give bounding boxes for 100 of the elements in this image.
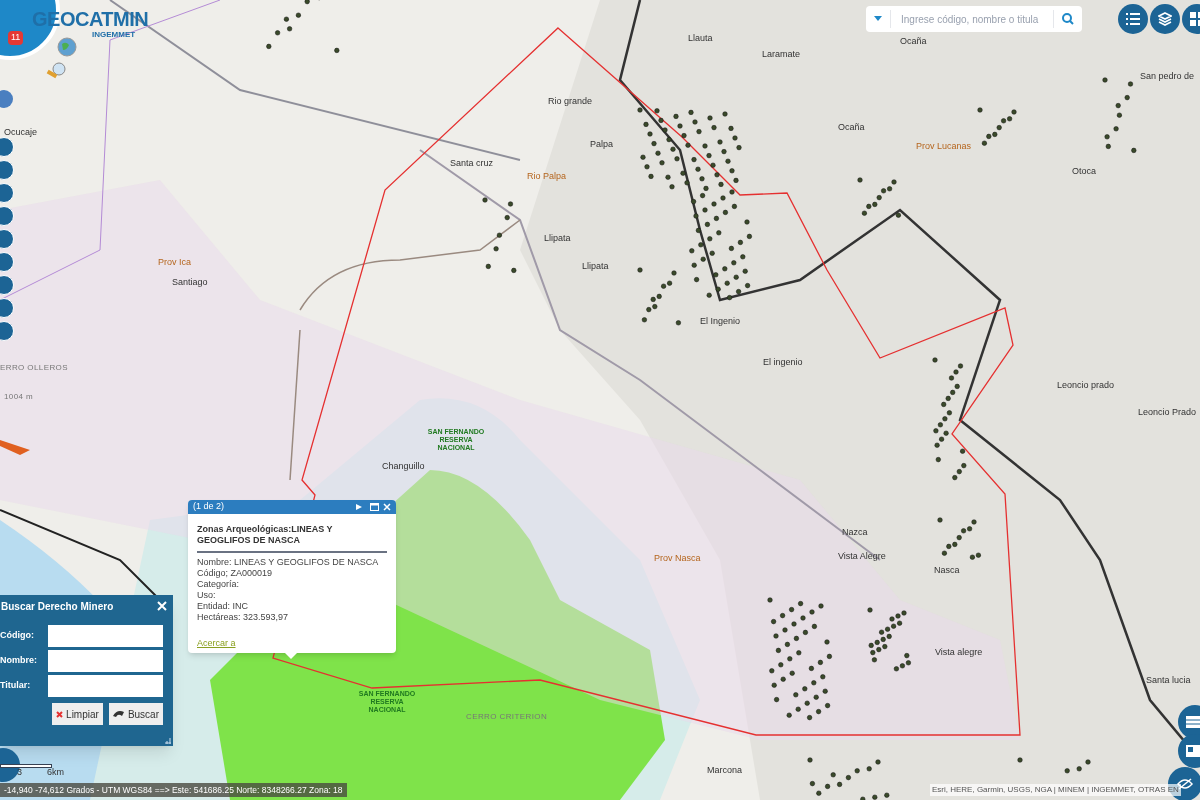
claim-marker[interactable]: [789, 670, 795, 676]
claim-marker[interactable]: [1116, 112, 1122, 118]
claim-marker[interactable]: [942, 416, 948, 422]
claim-marker[interactable]: [861, 210, 867, 216]
claim-marker[interactable]: [707, 236, 713, 242]
claim-marker[interactable]: [693, 213, 699, 219]
claim-marker[interactable]: [881, 188, 887, 194]
claim-marker[interactable]: [670, 146, 676, 152]
claim-marker[interactable]: [711, 201, 717, 207]
claim-marker[interactable]: [960, 448, 966, 454]
claim-marker[interactable]: [733, 177, 739, 183]
claim-marker[interactable]: [724, 280, 730, 286]
claim-marker[interactable]: [867, 607, 873, 613]
claim-marker[interactable]: [659, 160, 665, 166]
claim-marker[interactable]: [711, 125, 717, 131]
claim-marker[interactable]: [742, 268, 748, 274]
claim-marker[interactable]: [713, 215, 719, 221]
claim-marker[interactable]: [684, 180, 690, 186]
claim-marker[interactable]: [822, 688, 828, 694]
claim-marker[interactable]: [655, 150, 661, 156]
claim-marker[interactable]: [786, 712, 792, 718]
claim-marker[interactable]: [295, 12, 301, 18]
map-tool-icon[interactable]: [0, 137, 14, 157]
claim-marker[interactable]: [647, 131, 653, 137]
claim-marker[interactable]: [879, 629, 885, 635]
claim-marker[interactable]: [857, 177, 863, 183]
claim-marker[interactable]: [871, 657, 877, 663]
claim-marker[interactable]: [943, 430, 949, 436]
claim-marker[interactable]: [717, 139, 723, 145]
claim-marker[interactable]: [680, 170, 686, 176]
claim-marker[interactable]: [695, 166, 701, 172]
claim-marker[interactable]: [897, 620, 903, 626]
claim-marker[interactable]: [675, 320, 681, 326]
input-field[interactable]: [48, 675, 163, 697]
claim-marker[interactable]: [283, 16, 289, 22]
claim-marker[interactable]: [937, 517, 943, 523]
claim-marker[interactable]: [813, 694, 819, 700]
claim-marker[interactable]: [977, 107, 983, 113]
claim-marker[interactable]: [722, 111, 728, 117]
claim-marker[interactable]: [789, 607, 795, 613]
claim-marker[interactable]: [722, 266, 728, 272]
map-tool-icon[interactable]: [0, 252, 14, 272]
claim-marker[interactable]: [696, 129, 702, 135]
claim-marker[interactable]: [654, 108, 660, 114]
claim-marker[interactable]: [671, 270, 677, 276]
claim-marker[interactable]: [793, 692, 799, 698]
claim-marker[interactable]: [807, 757, 813, 763]
claim-marker[interactable]: [704, 221, 710, 227]
claim-marker[interactable]: [706, 292, 712, 298]
claim-marker[interactable]: [830, 772, 836, 778]
claim-marker[interactable]: [728, 125, 734, 131]
search-icon[interactable]: [1062, 13, 1074, 25]
claim-marker[interactable]: [891, 179, 897, 185]
claim-marker[interactable]: [661, 283, 667, 289]
map-tool-icon[interactable]: [0, 160, 14, 180]
claim-marker[interactable]: [731, 203, 737, 209]
claim-marker[interactable]: [874, 639, 880, 645]
claim-marker[interactable]: [952, 541, 958, 547]
search-button[interactable]: Buscar: [108, 703, 163, 725]
claim-marker[interactable]: [884, 792, 890, 798]
claim-marker[interactable]: [807, 715, 813, 721]
claim-marker[interactable]: [637, 107, 643, 113]
claim-marker[interactable]: [956, 469, 962, 475]
claim-marker[interactable]: [674, 156, 680, 162]
claim-marker[interactable]: [688, 109, 694, 115]
next-icon[interactable]: [355, 503, 363, 511]
claim-marker[interactable]: [1115, 103, 1121, 109]
claim-marker[interactable]: [780, 613, 786, 619]
claim-marker[interactable]: [643, 121, 649, 127]
claim-marker[interactable]: [941, 550, 947, 556]
claim-marker[interactable]: [872, 794, 878, 800]
claim-marker[interactable]: [731, 260, 737, 266]
claim-marker[interactable]: [809, 781, 815, 787]
claim-marker[interactable]: [640, 154, 646, 160]
claim-marker[interactable]: [795, 706, 801, 712]
claim-marker[interactable]: [961, 528, 967, 534]
claim-marker[interactable]: [802, 686, 808, 692]
claim-marker[interactable]: [644, 164, 650, 170]
claim-marker[interactable]: [860, 796, 866, 800]
claim-marker[interactable]: [669, 184, 675, 190]
claim-marker[interactable]: [950, 389, 956, 395]
claim-marker[interactable]: [876, 195, 882, 201]
claim-marker[interactable]: [775, 647, 781, 653]
claim-marker[interactable]: [769, 668, 775, 674]
claim-marker[interactable]: [872, 201, 878, 207]
claim-marker[interactable]: [969, 554, 975, 560]
claim-marker[interactable]: [707, 115, 713, 121]
claim-marker[interactable]: [737, 239, 743, 245]
claim-marker[interactable]: [691, 157, 697, 163]
claim-marker[interactable]: [802, 629, 808, 635]
claim-marker[interactable]: [798, 601, 804, 607]
claim-marker[interactable]: [692, 119, 698, 125]
claim-marker[interactable]: [716, 230, 722, 236]
claim-marker[interactable]: [817, 659, 823, 665]
claim-marker[interactable]: [648, 173, 654, 179]
claim-marker[interactable]: [904, 653, 910, 659]
claim-marker[interactable]: [662, 127, 668, 133]
claim-marker[interactable]: [780, 676, 786, 682]
claim-marker[interactable]: [725, 158, 731, 164]
map-tool-icon[interactable]: [0, 183, 14, 203]
